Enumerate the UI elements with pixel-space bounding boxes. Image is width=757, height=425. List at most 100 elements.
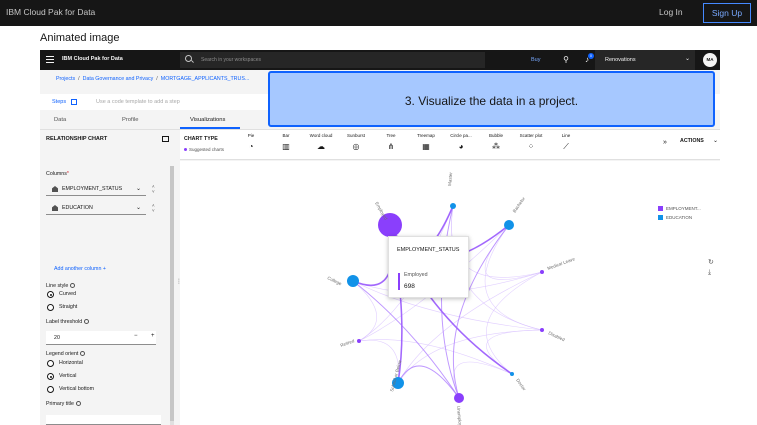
download-icon[interactable]: ⤓ <box>708 269 711 277</box>
login-link[interactable]: Log In <box>659 7 683 17</box>
signup-button[interactable]: Sign Up <box>703 3 751 23</box>
chart-node-label: Unemployed <box>456 406 463 425</box>
chart-link[interactable] <box>484 224 543 331</box>
chart-type-bubble[interactable]: Bubble ⁂ <box>482 133 510 157</box>
chart-node-disabled[interactable] <box>540 328 544 332</box>
increment-button[interactable]: + <box>151 333 155 339</box>
pie-icon: ◔ <box>248 142 254 151</box>
bar-icon: ▥ <box>282 142 290 151</box>
label-threshold-value[interactable]: 20 <box>54 335 60 341</box>
column-select-employment-status[interactable]: EMPLOYMENT_STATUS ⌄ <box>46 182 146 196</box>
search-placeholder: Search in your workspaces <box>201 57 262 63</box>
chart-type-label: Bubble <box>488 133 503 138</box>
categorical-column-icon <box>52 205 58 211</box>
hamburger-menu-icon[interactable] <box>46 56 54 63</box>
actions-menu[interactable]: ACTIONS <box>680 138 704 144</box>
collapse-panel-icon[interactable] <box>162 136 169 142</box>
tooltip-color-bar <box>398 273 400 290</box>
tab-visualizations[interactable]: Visualizations <box>190 117 225 123</box>
panel-scrollbar-thumb[interactable] <box>170 166 174 421</box>
chart-type-scatter-plot[interactable]: Scatter plot ⁘ <box>517 133 545 157</box>
breadcrumb: Projects / Data Governance and Privacy / MOR… <box>56 76 250 82</box>
info-icon[interactable] <box>84 319 90 325</box>
chart-link-highlight[interactable] <box>441 205 460 399</box>
column-select-education[interactable]: EDUCATION ⌄ <box>46 201 146 215</box>
primary-title-input[interactable] <box>46 415 161 425</box>
legend-horizontal-radio[interactable] <box>47 360 54 367</box>
chart-node-master[interactable] <box>450 203 456 209</box>
steps-panel-icon[interactable] <box>71 99 77 105</box>
add-column-link[interactable]: Add another column + <box>54 266 106 272</box>
scatter-icon: ⁘ <box>527 142 535 151</box>
chart-link[interactable] <box>486 271 543 375</box>
site-header: IBM Cloud Pak for Data Log In Sign Up <box>0 0 757 26</box>
info-icon[interactable] <box>70 283 76 289</box>
legend-horizontal-label: Horizontal <box>59 360 83 366</box>
chart-type-treemap[interactable]: Treemap ▦ <box>412 133 440 157</box>
chart-node-employed[interactable] <box>378 213 402 237</box>
page-heading: Animated image <box>40 32 120 44</box>
chart-link-highlight[interactable] <box>352 280 460 399</box>
chart-type-word-cloud[interactable]: Word cloud ☁ <box>307 133 335 157</box>
decrement-button[interactable]: − <box>134 333 138 339</box>
chart-type-label: Pie <box>247 133 255 138</box>
chart-node-college[interactable] <box>347 275 359 287</box>
chart-type-pie[interactable]: Pie ◔ <box>237 133 265 157</box>
site-brand[interactable]: IBM Cloud Pak for Data <box>6 7 95 17</box>
chart-type-bar[interactable]: Bar ▥ <box>272 133 300 157</box>
chart-node-doctor[interactable] <box>510 372 514 376</box>
chart-node-label: Doctor <box>515 378 527 392</box>
chart-type-label: Bar <box>282 133 290 138</box>
chart-type-line[interactable]: Line ⟋ <box>552 133 580 157</box>
more-chart-types-chevron-icon[interactable]: » <box>663 139 667 146</box>
chart-type-label: Treemap <box>417 133 435 138</box>
chart-node-retired[interactable] <box>357 339 361 343</box>
chart-node-medical-leave[interactable] <box>540 270 544 274</box>
info-icon[interactable] <box>80 351 86 357</box>
legend-item-employment[interactable]: EMPLOYMENT... <box>658 206 718 212</box>
chart-link[interactable] <box>397 329 543 384</box>
reorder-arrows-icon[interactable]: ˄ ˅ <box>152 203 155 213</box>
reorder-arrows-icon[interactable]: ˄ ˅ <box>152 184 155 194</box>
chart-type-label: Scatter plot <box>519 133 543 138</box>
legend-swatch <box>658 206 663 212</box>
workspace-search[interactable]: Search in your workspaces <box>180 52 485 68</box>
legend-vertical-bottom-radio[interactable] <box>47 386 54 393</box>
avatar[interactable]: MA <box>703 53 717 67</box>
line-style-curved-radio[interactable] <box>47 291 54 298</box>
chevron-down-icon[interactable]: ⌄ <box>713 137 718 144</box>
line-icon: ⟋ <box>563 142 569 151</box>
experiments-icon[interactable]: ⚲ <box>561 55 571 65</box>
breadcrumb-project[interactable]: Data Governance and Privacy <box>83 76 154 82</box>
chart-type-label: Tree <box>386 133 396 138</box>
legend-vertical-radio[interactable] <box>47 373 54 380</box>
panel-title: RELATIONSHIP CHART <box>46 136 108 142</box>
column-name: EDUCATION <box>62 205 93 211</box>
reset-zoom-icon[interactable]: ↻ <box>708 258 714 266</box>
chart-type-tree[interactable]: Tree ⋔ <box>377 133 405 157</box>
chart-link[interactable] <box>352 280 460 399</box>
legend-item-education[interactable]: EDUCATION <box>658 215 718 221</box>
breadcrumb-projects[interactable]: Projects <box>56 76 75 82</box>
label-threshold-stepper[interactable]: 20 − + <box>46 331 156 345</box>
chart-type-title: CHART TYPE <box>184 136 218 142</box>
chart-type-circle-packing[interactable]: Circle pa... ◕ <box>447 133 475 157</box>
line-style-label: Line style <box>46 283 76 289</box>
project-selector[interactable]: Renovations ⌄ <box>595 50 695 70</box>
chart-link[interactable] <box>484 224 543 280</box>
line-style-straight-radio[interactable] <box>47 304 54 311</box>
steps-button[interactable]: Steps <box>52 99 66 105</box>
line-style-curved-label: Curved <box>59 291 77 297</box>
info-icon[interactable] <box>75 401 81 407</box>
breadcrumb-asset[interactable]: MORTGAGE_APPLICANTS_TRUS... <box>161 76 250 82</box>
steps-input[interactable]: Use a code template to add a step <box>96 99 180 105</box>
buy-link[interactable]: Buy <box>531 57 540 63</box>
chart-type-sunburst[interactable]: Sunburst ◎ <box>342 133 370 157</box>
chart-node-label: Retired <box>340 338 356 348</box>
chart-node-bachelor[interactable] <box>504 220 514 230</box>
tab-data[interactable]: Data <box>54 117 66 123</box>
tab-profile[interactable]: Profile <box>122 117 138 123</box>
chart-node-unemployed[interactable] <box>454 393 464 403</box>
chart-node-label: College <box>327 275 343 286</box>
app-brand[interactable]: IBM Cloud Pak for Data <box>62 56 123 62</box>
